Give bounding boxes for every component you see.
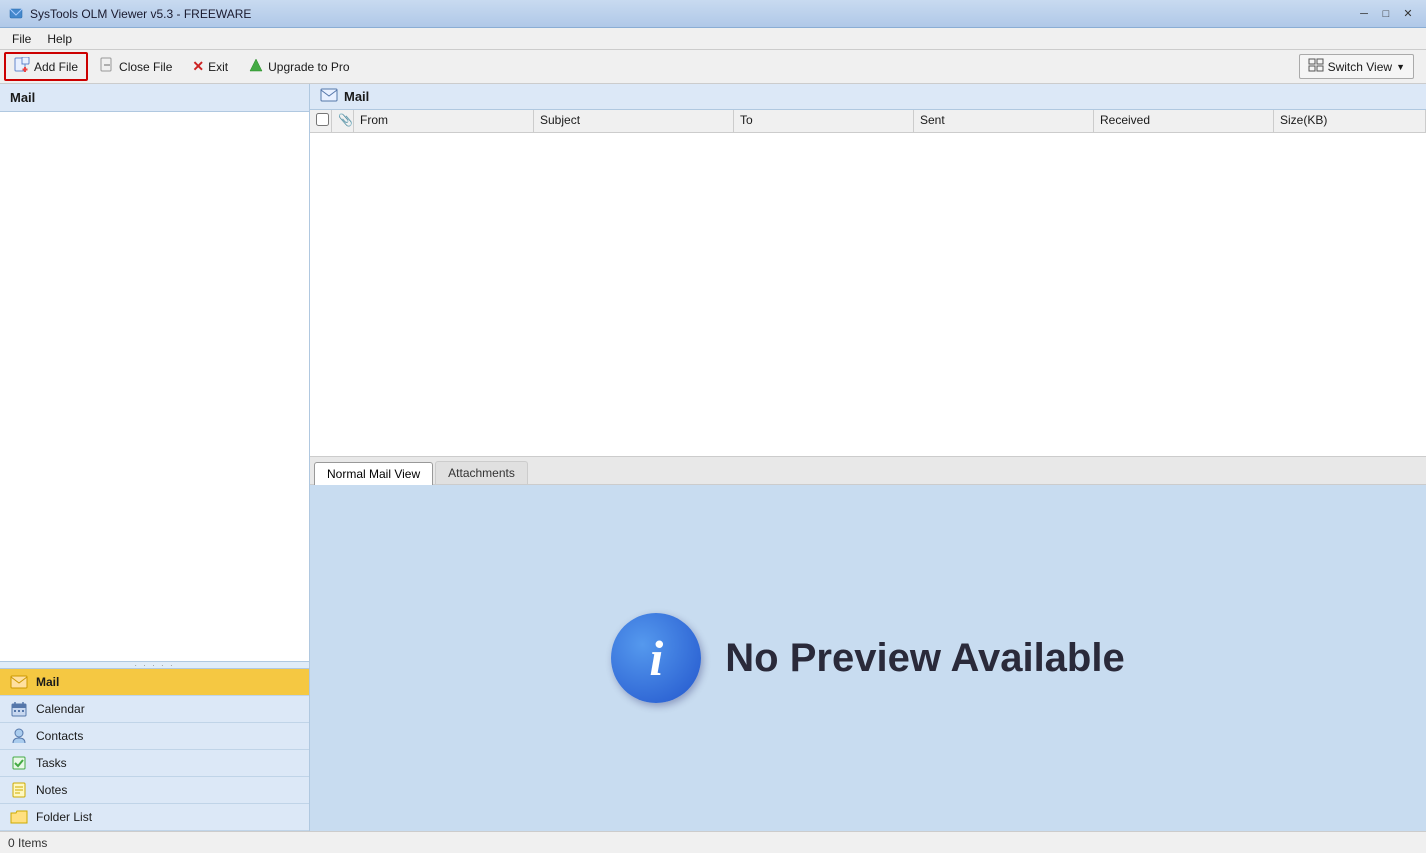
- toolbar: Add File Close File ✕ Exit Upgrade to Pr…: [0, 50, 1426, 84]
- col-header-subject[interactable]: Subject: [534, 110, 734, 132]
- window-title: SysTools OLM Viewer v5.3 - FREEWARE: [30, 7, 1354, 21]
- sidebar-item-calendar[interactable]: Calendar: [0, 696, 309, 723]
- col-header-to[interactable]: To: [734, 110, 914, 132]
- sidebar-item-tasks[interactable]: Tasks: [0, 750, 309, 777]
- app-icon: [8, 6, 24, 22]
- maximize-button[interactable]: □: [1376, 4, 1396, 24]
- exit-button[interactable]: ✕ Exit: [183, 54, 237, 79]
- sidebar-header: Mail: [0, 84, 309, 112]
- sidebar-item-contacts-label: Contacts: [36, 729, 83, 743]
- right-panel: Mail 📎 From Subject To Sent Received Siz…: [310, 84, 1426, 831]
- mail-panel-header: Mail: [310, 84, 1426, 110]
- exit-icon: ✕: [192, 58, 204, 75]
- add-file-icon: [14, 57, 30, 76]
- sidebar: Mail Mail: [0, 84, 310, 831]
- main-content: Mail Mail: [0, 84, 1426, 831]
- sidebar-title: Mail: [10, 90, 35, 105]
- sidebar-tree[interactable]: [0, 112, 309, 661]
- switch-view-icon: [1308, 58, 1324, 75]
- menu-bar: File Help: [0, 28, 1426, 50]
- tasks-nav-icon: [10, 755, 28, 771]
- window-controls: ─ □ ✕: [1354, 4, 1418, 24]
- no-preview-text: No Preview Available: [725, 636, 1124, 681]
- close-button[interactable]: ✕: [1398, 4, 1418, 24]
- upgrade-pro-label: Upgrade to Pro: [268, 60, 349, 74]
- close-file-icon: [99, 57, 115, 76]
- sidebar-nav: Mail Calendar: [0, 669, 309, 831]
- exit-label: Exit: [208, 60, 228, 74]
- title-bar: SysTools OLM Viewer v5.3 - FREEWARE ─ □ …: [0, 0, 1426, 28]
- sidebar-item-folder-label: Folder List: [36, 810, 92, 824]
- close-file-button[interactable]: Close File: [90, 53, 181, 80]
- sidebar-item-contacts[interactable]: Contacts: [0, 723, 309, 750]
- sidebar-item-notes[interactable]: Notes: [0, 777, 309, 804]
- col-header-size[interactable]: Size(KB): [1274, 110, 1426, 132]
- preview-tabs: Normal Mail View Attachments: [310, 457, 1426, 485]
- sidebar-item-mail-label: Mail: [36, 675, 59, 689]
- folder-nav-icon: [10, 809, 28, 825]
- item-count: 0 Items: [8, 836, 47, 850]
- preview-panel: i No Preview Available: [310, 485, 1426, 831]
- email-list-header: 📎 From Subject To Sent Received Size(KB): [310, 110, 1426, 133]
- upgrade-pro-button[interactable]: Upgrade to Pro: [239, 53, 358, 80]
- switch-view-label: Switch View: [1328, 60, 1392, 74]
- switch-view-chevron: ▼: [1396, 62, 1405, 72]
- sidebar-item-folder-list[interactable]: Folder List: [0, 804, 309, 831]
- info-icon: i: [611, 613, 701, 703]
- mail-header-icon: [320, 88, 338, 105]
- attachment-col-icon: 📎: [338, 113, 353, 127]
- col-header-from[interactable]: From: [354, 110, 534, 132]
- col-header-attach: 📎: [332, 110, 354, 132]
- col-header-sent[interactable]: Sent: [914, 110, 1094, 132]
- contacts-nav-icon: [10, 728, 28, 744]
- col-header-received[interactable]: Received: [1094, 110, 1274, 132]
- upgrade-icon: [248, 57, 264, 76]
- sidebar-resize-handle[interactable]: [0, 661, 309, 669]
- sidebar-item-notes-label: Notes: [36, 783, 67, 797]
- close-file-label: Close File: [119, 60, 172, 74]
- status-bar: 0 Items: [0, 831, 1426, 853]
- email-list[interactable]: 📎 From Subject To Sent Received Size(KB): [310, 110, 1426, 457]
- tab-normal-mail-view[interactable]: Normal Mail View: [314, 462, 433, 485]
- mail-panel-title: Mail: [344, 89, 369, 104]
- select-all-checkbox[interactable]: [316, 113, 329, 126]
- sidebar-item-calendar-label: Calendar: [36, 702, 85, 716]
- add-file-label: Add File: [34, 60, 78, 74]
- add-file-button[interactable]: Add File: [4, 52, 88, 81]
- notes-nav-icon: [10, 782, 28, 798]
- tab-attachments[interactable]: Attachments: [435, 461, 528, 484]
- calendar-nav-icon: [10, 701, 28, 717]
- switch-view-button[interactable]: Switch View ▼: [1299, 54, 1414, 79]
- help-menu[interactable]: Help: [39, 30, 80, 48]
- col-header-check: [310, 110, 332, 132]
- minimize-button[interactable]: ─: [1354, 4, 1374, 24]
- sidebar-item-mail[interactable]: Mail: [0, 669, 309, 696]
- file-menu[interactable]: File: [4, 30, 39, 48]
- sidebar-item-tasks-label: Tasks: [36, 756, 67, 770]
- mail-nav-icon: [10, 674, 28, 690]
